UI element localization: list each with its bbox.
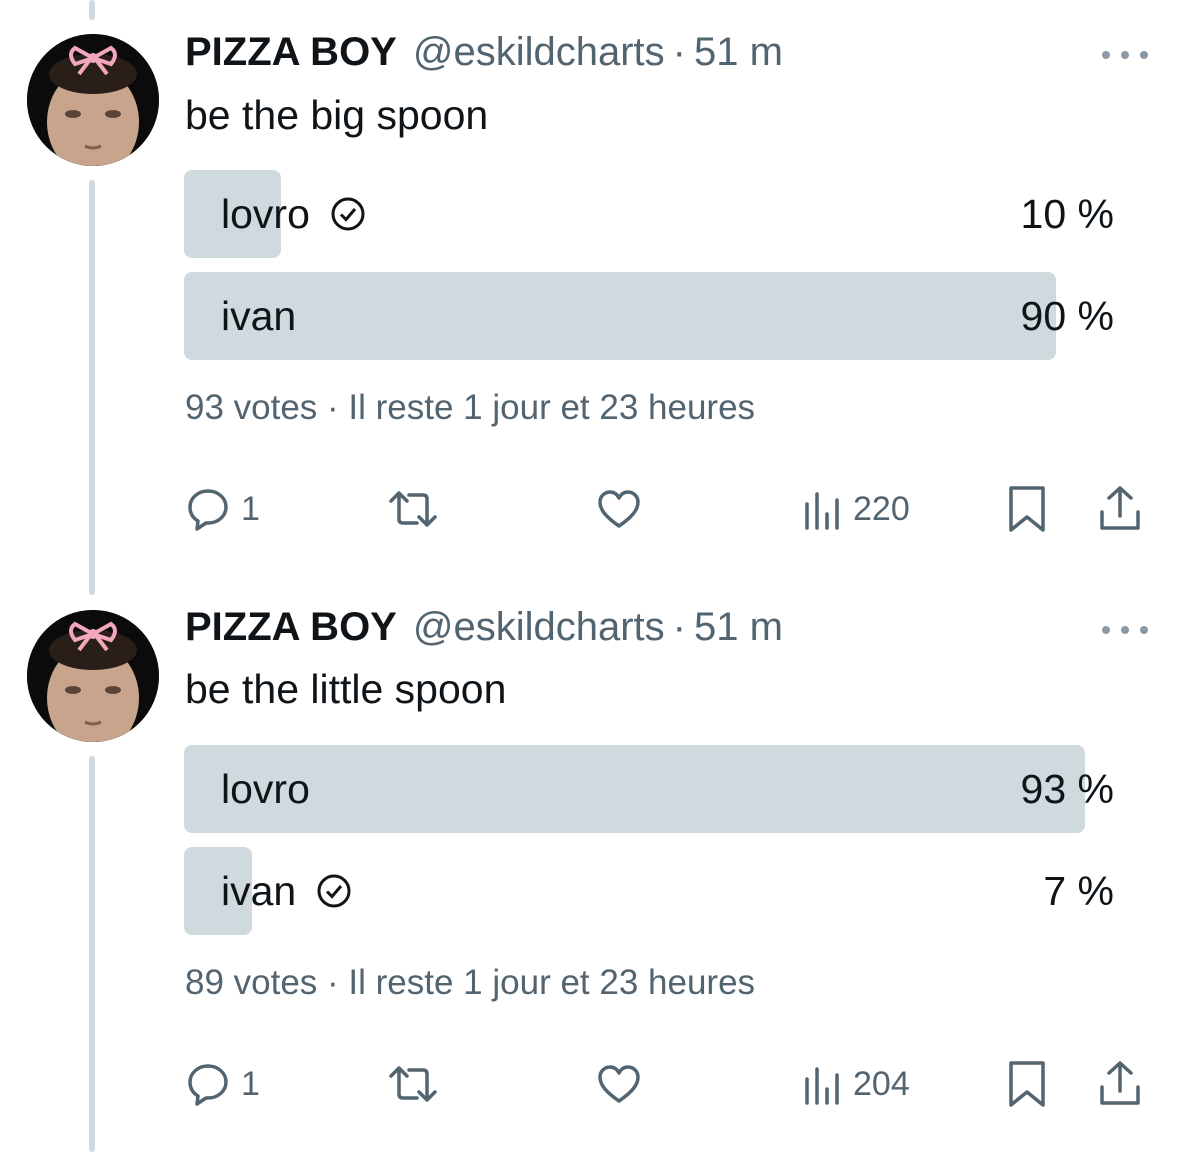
reply-icon: [188, 489, 228, 531]
heart-icon: [598, 490, 640, 528]
display-name[interactable]: PIZZA BOY: [185, 605, 397, 650]
like-button[interactable]: [596, 479, 642, 539]
reply-button[interactable]: 1: [185, 479, 260, 539]
action-bar: 1 204: [185, 1054, 1150, 1114]
views-button[interactable]: 204: [803, 1054, 910, 1114]
views-count: 220: [853, 489, 910, 528]
share-icon: [1100, 486, 1140, 530]
separator: ·: [672, 30, 686, 74]
share-button[interactable]: [1097, 1054, 1143, 1114]
retweet-button[interactable]: [385, 479, 441, 539]
poll-option[interactable]: lovro 93 %: [184, 745, 1114, 833]
poll-meta: 89 votes · Il reste 1 jour et 23 heures: [185, 963, 756, 1002]
check-circle-icon: [317, 874, 351, 908]
action-bar: 1 220: [185, 479, 1150, 539]
poll-option[interactable]: ivan 7 %: [184, 847, 1114, 935]
poll-bar: [184, 745, 1085, 833]
poll-option[interactable]: ivan 90 %: [184, 272, 1114, 360]
poll-option-label: lovro: [221, 191, 310, 237]
bookmark-button[interactable]: [1007, 479, 1047, 539]
reply-count: 1: [241, 1064, 260, 1103]
tweet-header: PIZZA BOY @eskildcharts · 51 m: [185, 605, 783, 655]
views-button[interactable]: 220: [803, 479, 910, 539]
avatar-photo: [27, 34, 159, 166]
poll-option-label: lovro: [221, 766, 310, 812]
poll-option-percent: 7 %: [1043, 868, 1114, 914]
retweet-icon: [389, 1066, 437, 1102]
separator: ·: [672, 605, 686, 649]
views-icon: [805, 1067, 839, 1105]
views-count: 204: [853, 1064, 910, 1103]
user-handle[interactable]: @eskildcharts: [413, 605, 665, 650]
timestamp[interactable]: 51 m: [694, 605, 783, 650]
share-button[interactable]: [1097, 479, 1143, 539]
retweet-icon: [389, 491, 437, 527]
more-icon: [1102, 626, 1110, 634]
tweet-text: be the little spoon: [185, 666, 507, 712]
more-button[interactable]: [1102, 620, 1148, 640]
retweet-button[interactable]: [385, 1054, 441, 1114]
views-icon: [805, 492, 839, 530]
reply-icon: [188, 1064, 228, 1106]
heart-icon: [598, 1065, 640, 1103]
bookmark-button[interactable]: [1007, 1054, 1047, 1114]
reply-count: 1: [241, 489, 260, 528]
thread-line-middle: [89, 180, 95, 595]
thread-line-top: [89, 0, 95, 20]
poll-option-label: ivan: [221, 293, 297, 339]
poll-bar: [184, 272, 1056, 360]
poll-option-label: ivan: [221, 868, 297, 914]
thread-line-bottom: [89, 756, 95, 1152]
bookmark-icon: [1009, 486, 1045, 532]
more-button[interactable]: [1102, 45, 1148, 65]
like-button[interactable]: [596, 1054, 642, 1114]
user-handle[interactable]: @eskildcharts: [413, 30, 665, 75]
tweet-header: PIZZA BOY @eskildcharts · 51 m: [185, 30, 783, 80]
share-icon: [1100, 1061, 1140, 1105]
poll-meta: 93 votes · Il reste 1 jour et 23 heures: [185, 388, 756, 427]
avatar[interactable]: [27, 610, 159, 742]
avatar[interactable]: [27, 34, 159, 166]
poll-option-percent: 90 %: [1020, 293, 1114, 339]
poll-option-percent: 10 %: [1020, 191, 1114, 237]
timestamp[interactable]: 51 m: [694, 30, 783, 75]
avatar-photo: [27, 610, 159, 742]
reply-button[interactable]: 1: [185, 1054, 260, 1114]
bookmark-icon: [1009, 1061, 1045, 1107]
check-circle-icon: [331, 197, 365, 231]
display-name[interactable]: PIZZA BOY: [185, 30, 397, 75]
more-icon: [1102, 51, 1110, 59]
tweet-text: be the big spoon: [185, 92, 489, 138]
poll-option[interactable]: lovro 10 %: [184, 170, 1114, 258]
poll-option-percent: 93 %: [1020, 766, 1114, 812]
